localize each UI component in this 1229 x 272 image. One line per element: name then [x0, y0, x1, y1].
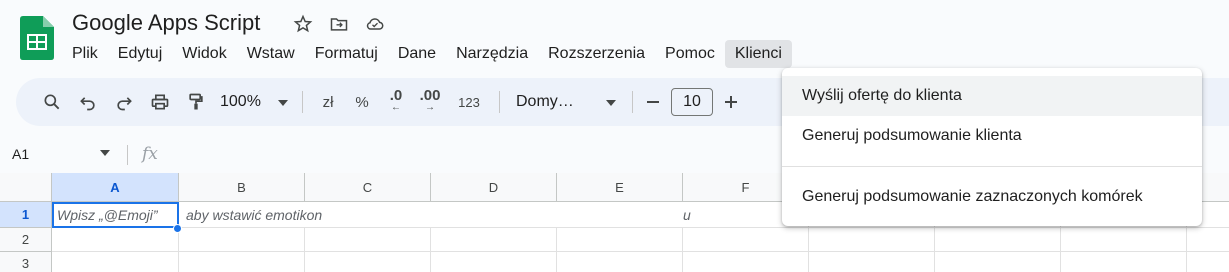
font-size-input[interactable]: 10	[671, 88, 713, 116]
move-folder-icon[interactable]	[326, 12, 352, 36]
toolbar-divider	[499, 91, 500, 113]
menu-separator	[782, 166, 1202, 167]
cell-j3[interactable]	[1187, 252, 1229, 272]
column-header-e[interactable]: E	[557, 173, 683, 202]
increase-decimal-label: .00	[419, 87, 441, 104]
search-menus-icon[interactable]	[34, 87, 70, 117]
zoom-value: 100%	[220, 93, 261, 110]
menu-help[interactable]: Pomoc	[655, 40, 725, 68]
menu-tools[interactable]: Narzędzia	[446, 40, 538, 68]
cell-e2[interactable]	[557, 228, 683, 252]
format-percent-button[interactable]: %	[345, 87, 379, 117]
cell-g2[interactable]	[809, 228, 935, 252]
sheets-app: Google Apps Script Plik Edytuj Widok Wst…	[0, 0, 1229, 272]
star-icon[interactable]	[290, 12, 316, 36]
increase-decimal-button[interactable]: .00 →	[413, 87, 447, 117]
font-family-value: Domy…	[516, 93, 574, 110]
cell-e3[interactable]	[557, 252, 683, 272]
toolbar-divider	[302, 91, 303, 113]
row-header-1[interactable]: 1	[0, 202, 52, 228]
decrease-font-size-icon[interactable]	[641, 87, 665, 117]
cell-c1[interactable]	[305, 202, 431, 228]
name-box[interactable]: A1	[12, 146, 29, 162]
menubar: Plik Edytuj Widok Wstaw Formatuj Dane Na…	[62, 40, 792, 68]
cell-g3[interactable]	[809, 252, 935, 272]
cell-d3[interactable]	[431, 252, 557, 272]
menu-data[interactable]: Dane	[388, 40, 446, 68]
menu-file[interactable]: Plik	[62, 40, 108, 68]
more-formats-button[interactable]: 123	[447, 87, 491, 117]
sheets-logo-icon[interactable]	[20, 16, 54, 60]
cell-f3[interactable]	[683, 252, 809, 272]
font-family-select[interactable]: Domy…	[508, 87, 624, 117]
cell-b3[interactable]	[179, 252, 305, 272]
cell-d2[interactable]	[431, 228, 557, 252]
menu-format[interactable]: Formatuj	[305, 40, 388, 68]
cell-i2[interactable]	[1061, 228, 1187, 252]
row-header-2[interactable]: 2	[0, 228, 52, 252]
fill-handle[interactable]	[173, 224, 182, 233]
cell-c3[interactable]	[305, 252, 431, 272]
formula-bar-divider	[127, 145, 128, 165]
cell-f2[interactable]	[683, 228, 809, 252]
menu-item-send-offer[interactable]: Wyślij ofertę do klienta	[782, 76, 1202, 116]
menu-insert[interactable]: Wstaw	[237, 40, 305, 68]
undo-icon[interactable]	[70, 87, 106, 117]
cell-d1[interactable]	[431, 202, 557, 228]
arrow-right-icon: →	[425, 102, 435, 113]
cell-f1-text: u	[683, 207, 691, 223]
row-header-3[interactable]: 3	[0, 252, 52, 272]
fx-icon: fx	[142, 144, 158, 164]
cell-b2[interactable]	[179, 228, 305, 252]
print-icon[interactable]	[142, 87, 178, 117]
arrow-left-icon: ←	[391, 102, 401, 113]
format-currency-button[interactable]: zł	[311, 87, 345, 117]
decrease-decimal-label: .0	[389, 87, 403, 104]
chevron-down-icon	[278, 93, 288, 111]
cell-a2[interactable]	[52, 228, 179, 252]
cell-selection-outline	[52, 202, 179, 228]
menu-clients[interactable]: Klienci	[724, 40, 792, 68]
menu-item-selected-cells-summary[interactable]: Generuj podsumowanie zaznaczonych komóre…	[782, 177, 1202, 217]
zoom-select[interactable]: 100%	[214, 87, 294, 117]
increase-font-size-icon[interactable]	[719, 87, 743, 117]
cell-c2[interactable]	[305, 228, 431, 252]
column-header-a[interactable]: A	[52, 173, 179, 202]
chevron-down-icon	[606, 93, 616, 111]
decrease-decimal-button[interactable]: .0 ←	[379, 87, 413, 117]
menu-edit[interactable]: Edytuj	[108, 40, 172, 68]
cell-b1-text: aby wstawić emotikon	[186, 207, 323, 223]
select-all-corner[interactable]	[0, 173, 52, 202]
paint-format-icon[interactable]	[178, 87, 214, 117]
column-header-d[interactable]: D	[431, 173, 557, 202]
document-title[interactable]: Google Apps Script	[72, 10, 260, 36]
chevron-down-icon[interactable]	[100, 147, 110, 159]
cell-i3[interactable]	[1061, 252, 1187, 272]
toolbar-divider	[632, 91, 633, 113]
menu-extensions[interactable]: Rozszerzenia	[538, 40, 655, 68]
clients-menu-dropdown: Wyślij ofertę do klienta Generuj podsumo…	[782, 68, 1202, 226]
menu-view[interactable]: Widok	[172, 40, 236, 68]
column-header-c[interactable]: C	[305, 173, 431, 202]
cell-a3[interactable]	[52, 252, 179, 272]
cell-h2[interactable]	[935, 228, 1061, 252]
menu-item-client-summary[interactable]: Generuj podsumowanie klienta	[782, 116, 1202, 156]
redo-icon[interactable]	[106, 87, 142, 117]
column-header-b[interactable]: B	[179, 173, 305, 202]
cloud-status-icon[interactable]	[362, 12, 388, 36]
cell-j2[interactable]	[1187, 228, 1229, 252]
cell-e1[interactable]	[557, 202, 683, 228]
cell-h3[interactable]	[935, 252, 1061, 272]
